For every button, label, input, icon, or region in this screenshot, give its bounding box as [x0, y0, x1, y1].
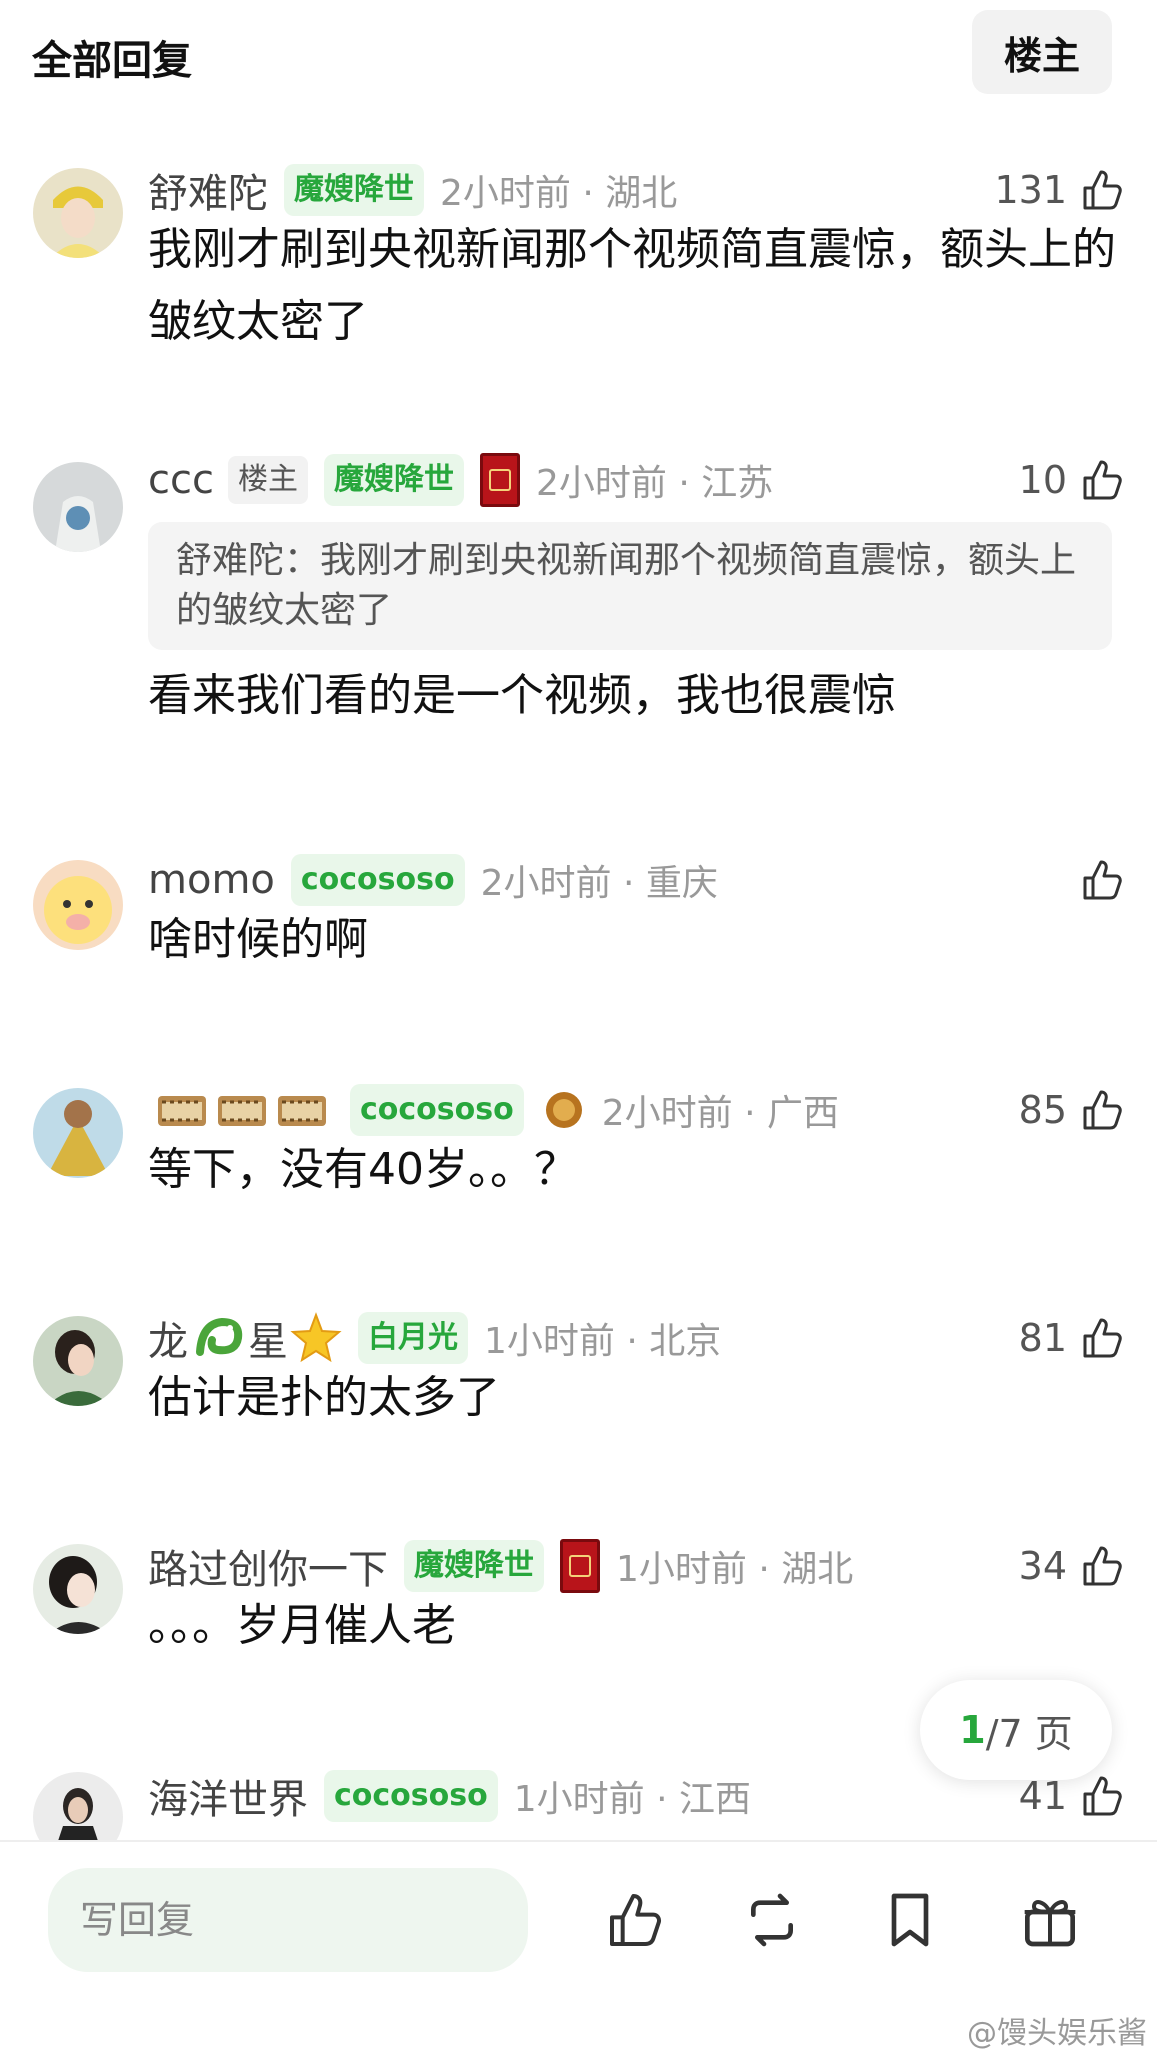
- top-bar: 全部回复 楼主: [0, 0, 1157, 120]
- username[interactable]: 舒难陀: [148, 161, 268, 219]
- comment-text: 我刚才刷到央视新闻那个视频简直震惊，额头上的皱纹太密了: [148, 224, 1116, 347]
- avatar[interactable]: [33, 168, 123, 258]
- fan-badge[interactable]: cocososo: [324, 1770, 498, 1822]
- like-count: 85: [1018, 1088, 1067, 1132]
- timestamp-location: 2小时前 · 广西: [601, 1093, 839, 1134]
- comment-item: 龙 星 白月光 1小时前 · 北京 81 估计是扑的太多了: [0, 1312, 1157, 1516]
- comment-text: 看来我们看的是一个视频，我也很震惊: [148, 670, 896, 721]
- medal-icon[interactable]: [560, 1539, 600, 1593]
- total-pages: /7 页: [985, 1711, 1073, 1756]
- comment-item: 海洋世界 cocososo 1小时前 · 江西 41: [0, 1770, 1157, 1840]
- comment-text: 估计是扑的太多了: [148, 1372, 500, 1423]
- avatar[interactable]: [33, 860, 123, 950]
- comment-item: ccc 楼主 魔嫂降世 2小时前 · 江苏 10 舒难陀：我刚才刷到央视新闻那个…: [0, 453, 1157, 842]
- like-button[interactable]: 131: [994, 166, 1127, 214]
- thumbs-up-icon: [1083, 1546, 1122, 1586]
- comment-header: ccc 楼主 魔嫂降世 2小时前 · 江苏 10: [148, 450, 1127, 510]
- thumbs-up-icon: [1083, 170, 1122, 210]
- timestamp-location: 1小时前 · 江西: [513, 1779, 751, 1820]
- username[interactable]: 星: [248, 1309, 288, 1367]
- comment-header: momo cocososo 2小时前 · 重庆: [148, 850, 1127, 910]
- medal-icon[interactable]: [542, 1088, 586, 1132]
- page-title: 全部回复: [32, 38, 192, 84]
- comment-item: cocososo 2小时前 · 广西 85 等下，没有40岁。。？: [0, 1084, 1157, 1288]
- medal-icon[interactable]: [479, 453, 520, 507]
- fan-badge[interactable]: 魔嫂降世: [404, 1540, 544, 1592]
- comment-text: 啥时候的啊: [148, 914, 368, 965]
- film-reel-icon: [218, 1096, 266, 1126]
- comment-header: 龙 星 白月光 1小时前 · 北京 81: [148, 1308, 1127, 1368]
- fan-badge[interactable]: 魔嫂降世: [323, 454, 464, 506]
- comment-item: momo cocososo 2小时前 · 重庆 啥时候的啊: [0, 854, 1157, 1060]
- thumbs-up-icon: [1083, 1090, 1122, 1130]
- comment-header: 路过创你一下 魔嫂降世 1小时前 · 湖北 34: [148, 1536, 1127, 1596]
- comment-item: 舒难陀 魔嫂降世 2小时前 · 湖北 131 我刚才刷到央视新闻那个视频简直震惊…: [0, 160, 1157, 460]
- thumbs-up-icon: [1083, 1318, 1122, 1358]
- page-indicator[interactable]: 1 /7 页: [920, 1680, 1112, 1780]
- like-button[interactable]: [1079, 856, 1127, 904]
- thumbs-up-icon[interactable]: [604, 1888, 668, 1952]
- avatar[interactable]: [33, 1088, 123, 1178]
- quoted-reply[interactable]: 舒难陀：我刚才刷到央视新闻那个视频简直震惊，额头上的皱纹太密了: [148, 522, 1112, 650]
- like-count: 34: [1018, 1544, 1067, 1588]
- comment-text: 。。。岁月催人老: [148, 1600, 456, 1651]
- dragon-emoji-icon: [196, 1317, 243, 1356]
- username[interactable]: 路过创你一下: [148, 1537, 388, 1595]
- timestamp-location: 2小时前 · 湖北: [440, 173, 678, 214]
- username[interactable]: 龙: [148, 1309, 188, 1367]
- film-reel-icon: [278, 1096, 326, 1126]
- like-button[interactable]: 34: [1019, 1542, 1127, 1590]
- bottom-action-bar: @馒头娱乐酱: [0, 1840, 1157, 2053]
- timestamp-location: 1小时前 · 北京: [484, 1321, 722, 1362]
- avatar[interactable]: [33, 1316, 123, 1406]
- gift-icon[interactable]: [1018, 1888, 1082, 1952]
- like-count: 41: [1018, 1774, 1067, 1818]
- avatar[interactable]: [33, 462, 123, 552]
- like-button[interactable]: 85: [1019, 1086, 1127, 1134]
- current-page: 1: [959, 1708, 986, 1752]
- fan-badge[interactable]: 白月光: [358, 1312, 468, 1364]
- comment-header: cocososo 2小时前 · 广西 85: [148, 1080, 1127, 1140]
- like-count: 10: [1018, 458, 1067, 502]
- film-reel-icon: [158, 1096, 206, 1126]
- comment-list[interactable]: 舒难陀 魔嫂降世 2小时前 · 湖北 131 我刚才刷到央视新闻那个视频简直震惊…: [0, 120, 1157, 1840]
- watermark: @馒头娱乐酱: [967, 2016, 1147, 2051]
- fan-badge[interactable]: 魔嫂降世: [284, 164, 424, 216]
- username[interactable]: ccc: [148, 457, 214, 503]
- avatar[interactable]: [33, 1544, 123, 1634]
- comment-text: 等下，没有40岁。。？: [148, 1144, 578, 1195]
- username[interactable]: momo: [148, 857, 275, 903]
- like-count: 81: [1018, 1316, 1067, 1360]
- like-button[interactable]: 81: [1019, 1314, 1127, 1362]
- like-button[interactable]: 10: [1019, 456, 1127, 504]
- op-only-button[interactable]: 楼主: [972, 10, 1112, 94]
- timestamp-location: 2小时前 · 重庆: [480, 863, 718, 904]
- username[interactable]: 海洋世界: [148, 1767, 308, 1825]
- reply-input[interactable]: [48, 1868, 528, 1972]
- thumbs-up-icon: [1083, 460, 1122, 500]
- fan-badge[interactable]: cocososo: [290, 854, 465, 906]
- bookmark-icon[interactable]: [878, 1888, 942, 1952]
- avatar[interactable]: [33, 1772, 123, 1840]
- thumbs-up-icon: [1083, 860, 1122, 900]
- op-tag: 楼主: [227, 456, 308, 504]
- thumbs-up-icon: [1083, 1776, 1122, 1816]
- comment-header: 舒难陀 魔嫂降世 2小时前 · 湖北 131: [148, 160, 1127, 220]
- like-count: 131: [994, 168, 1067, 212]
- timestamp-location: 1小时前 · 湖北: [616, 1549, 854, 1590]
- timestamp-location: 2小时前 · 江苏: [535, 463, 774, 504]
- star-emoji-icon: [290, 1312, 342, 1363]
- repost-icon[interactable]: [740, 1888, 804, 1952]
- fan-badge[interactable]: cocososo: [350, 1084, 524, 1136]
